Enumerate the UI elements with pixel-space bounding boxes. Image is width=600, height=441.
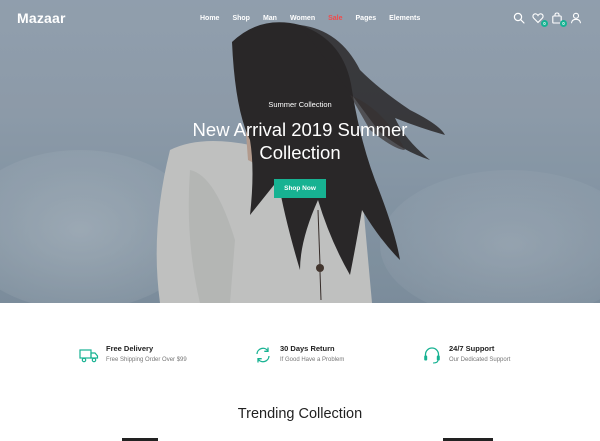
site-logo[interactable]: Mazaar bbox=[17, 10, 66, 26]
hero-headline: New Arrival 2019 Summer Collection bbox=[192, 119, 408, 163]
user-icon[interactable] bbox=[570, 12, 583, 25]
wishlist-button[interactable]: 0 bbox=[532, 12, 548, 27]
feature-free-delivery: Free Delivery Free Shipping Order Over $… bbox=[79, 344, 187, 365]
feature-desc: Our Dedicated Support bbox=[449, 357, 511, 363]
cart-button[interactable]: 0 bbox=[551, 12, 567, 27]
cart-count-badge: 0 bbox=[560, 20, 567, 27]
trending-collection-title: Trending Collection bbox=[237, 406, 363, 422]
refresh-icon bbox=[253, 345, 273, 365]
nav-item-sale[interactable]: Sale bbox=[328, 15, 342, 22]
feature-desc: Free Shipping Order Over $99 bbox=[106, 357, 187, 363]
features-strip: Free Delivery Free Shipping Order Over $… bbox=[0, 303, 600, 403]
feature-desc: If Good Have a Problem bbox=[280, 357, 345, 363]
hero-subtitle: Summer Collection bbox=[268, 100, 332, 109]
feature-returns: 30 Days Return If Good Have a Problem bbox=[253, 344, 344, 365]
wishlist-count-badge: 0 bbox=[541, 20, 548, 27]
nav-item-home[interactable]: Home bbox=[200, 15, 219, 22]
headset-icon bbox=[422, 345, 442, 365]
nav-item-man[interactable]: Man bbox=[263, 15, 277, 22]
header-icons: 0 0 bbox=[513, 12, 589, 27]
truck-icon bbox=[79, 345, 99, 365]
feature-title: 24/7 Support bbox=[449, 344, 495, 353]
shop-now-button[interactable]: Shop Now bbox=[274, 179, 326, 198]
feature-title: Free Delivery bbox=[106, 344, 154, 353]
nav-item-women[interactable]: Women bbox=[290, 15, 315, 22]
feature-support: 24/7 Support Our Dedicated Support bbox=[422, 344, 510, 365]
feature-title: 30 Days Return bbox=[280, 344, 335, 353]
nav-item-elements[interactable]: Elements bbox=[389, 15, 420, 22]
nav-item-pages[interactable]: Pages bbox=[356, 15, 377, 22]
search-icon[interactable] bbox=[513, 12, 526, 25]
nav-item-shop[interactable]: Shop bbox=[232, 15, 250, 22]
main-nav: Home Shop Man Women Sale Pages Elements bbox=[200, 15, 433, 22]
